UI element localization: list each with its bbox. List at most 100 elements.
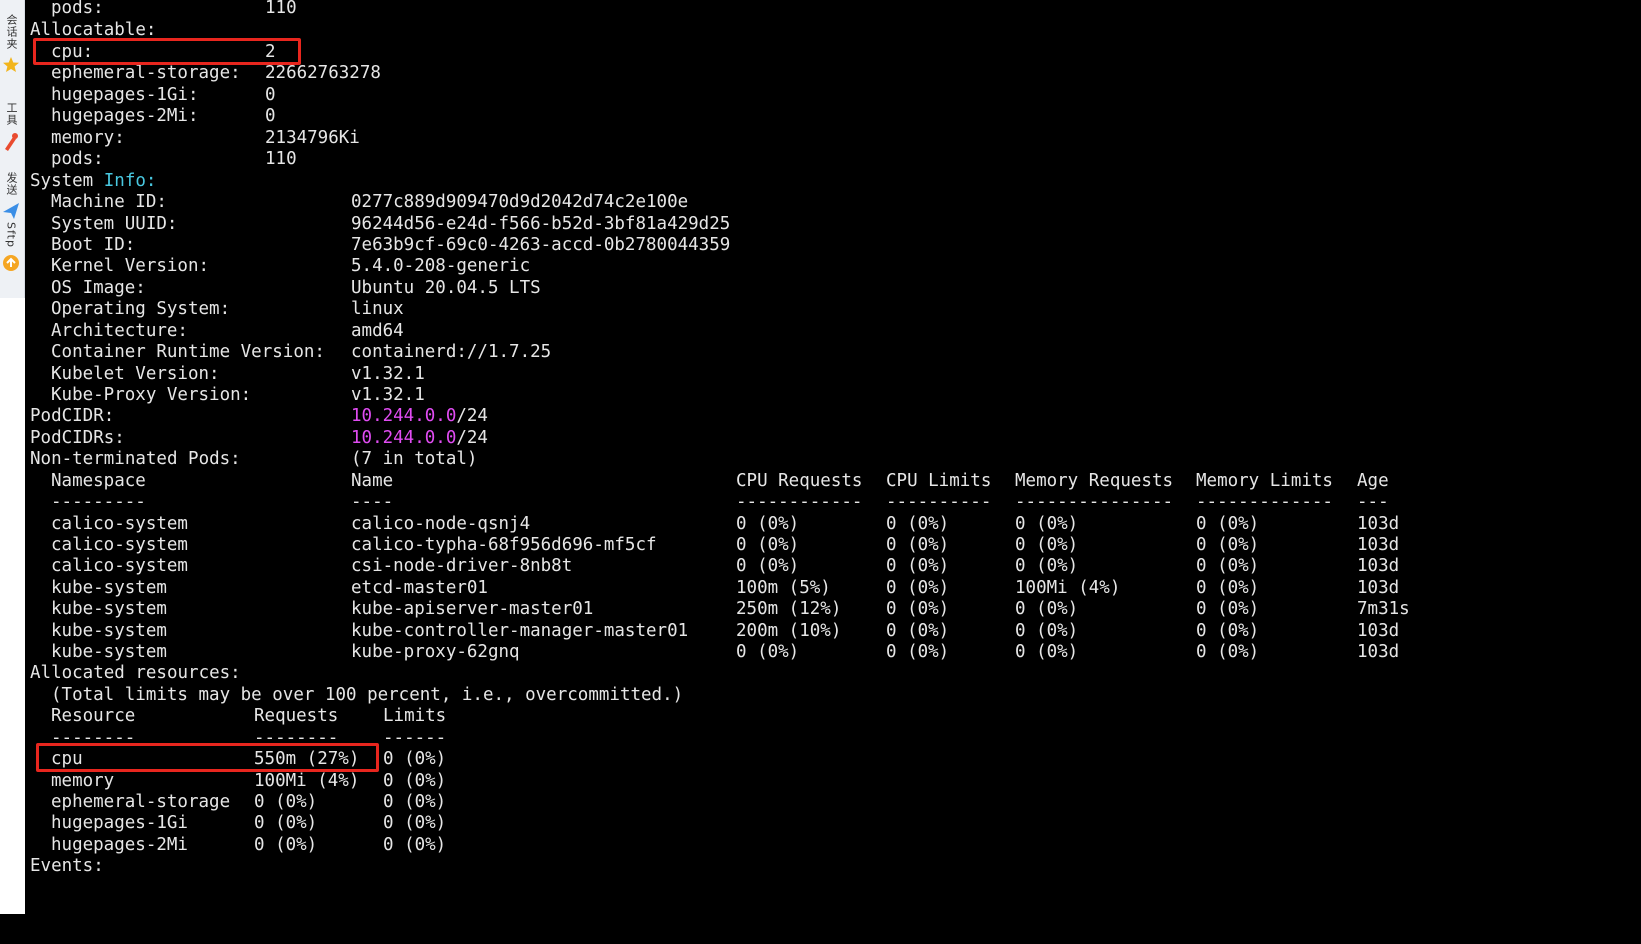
podcidrs-line: PodCIDRs: 10.244.0.0/24	[25, 427, 488, 449]
side-toolbar-panel: 会话夹 工具 发送 Sftp	[0, 0, 25, 298]
system-info-header-text: System Info:	[30, 170, 156, 192]
pod-memory-requests: 0 (0%)	[1015, 556, 1079, 576]
resource-name: ephemeral-storage	[51, 792, 231, 812]
kernel-version-line: Kernel Version: 5.4.0-208-generic	[25, 255, 530, 277]
pod-memory-limits: 0 (0%)	[1196, 599, 1260, 619]
system-info-header: System Info:	[25, 170, 156, 192]
pods-divider-memory-limits: -------------	[1196, 492, 1333, 512]
pod-memory-requests: 0 (0%)	[1015, 642, 1079, 662]
pod-memory-limits: 0 (0%)	[1196, 621, 1260, 641]
resource-limits: 0 (0%)	[383, 792, 447, 812]
resource-limits: 0 (0%)	[383, 749, 447, 769]
cpu-allocatable-highlight-box	[33, 38, 301, 65]
boot-id-value: 7e63b9cf-69c0-4263-accd-0b2780044359	[351, 235, 731, 255]
allocatable-hugepages2mi-key: hugepages-2Mi:	[51, 106, 199, 126]
kube-proxy-version-line: Kube-Proxy Version: v1.32.1	[25, 384, 425, 406]
allocated-resources-header: Allocated resources:	[25, 662, 241, 684]
table-row: ephemeral-storage 0 (0%) 0 (0%)	[25, 791, 446, 813]
pod-age: 103d	[1357, 556, 1400, 576]
nonterminated-pods-value: (7 in total)	[351, 449, 478, 469]
architecture-line: Architecture: amd64	[25, 320, 404, 342]
events-header-text: Events:	[30, 856, 104, 876]
container-runtime-key: Container Runtime Version:	[51, 342, 325, 362]
sidebar-tab-sftp[interactable]: Sftp	[0, 222, 22, 272]
pod-memory-requests: 0 (0%)	[1015, 535, 1079, 555]
pod-cpu-requests: 250m (12%)	[736, 599, 842, 619]
resource-requests: 0 (0%)	[254, 835, 318, 855]
allocated-resources-note: (Total limits may be over 100 percent, i…	[25, 684, 683, 706]
pod-age: 103d	[1357, 514, 1400, 534]
pod-namespace: kube-system	[51, 599, 167, 619]
pod-namespace: kube-system	[51, 642, 167, 662]
events-header: Events:	[25, 855, 104, 877]
pod-namespace: calico-system	[51, 535, 188, 555]
system-uuid-value: 96244d56-e24d-f566-b52d-3bf81a429d25	[351, 214, 731, 234]
podcidr-key: PodCIDR:	[30, 406, 115, 426]
sidebar-tab-sessions-label: 会话夹	[5, 14, 18, 50]
allocatable-ephemeral-value: 22662763278	[265, 63, 381, 83]
pod-cpu-requests: 0 (0%)	[736, 642, 800, 662]
pod-cpu-requests: 200m (10%)	[736, 621, 842, 641]
kubelet-version-line: Kubelet Version: v1.32.1	[25, 363, 425, 385]
pod-age: 103d	[1357, 621, 1400, 641]
sftp-icon	[3, 254, 19, 271]
pod-cpu-limits: 0 (0%)	[886, 642, 950, 662]
architecture-key: Architecture:	[51, 321, 188, 341]
system-uuid-line: System UUID: 96244d56-e24d-f566-b52d-3bf…	[25, 213, 730, 235]
sidebar-tab-sessions[interactable]: 会话夹	[0, 14, 22, 74]
pods-divider-namespace: ---------	[51, 492, 146, 512]
cpu-allocated-highlight-box	[36, 743, 379, 772]
table-row: hugepages-2Mi 0 (0%) 0 (0%)	[25, 834, 446, 856]
resource-name: hugepages-2Mi	[51, 835, 188, 855]
capacity-pods-line: pods: 110	[25, 0, 297, 19]
pods-divider-name: ----	[351, 492, 394, 512]
resources-col-resource: Resource	[51, 706, 136, 726]
pod-cpu-requests: 0 (0%)	[736, 535, 800, 555]
allocatable-memory-value: 2134796Ki	[265, 128, 360, 148]
resource-requests: 100Mi (4%)	[254, 771, 360, 791]
system-info-header-part1: System	[30, 171, 104, 191]
terminal-output[interactable]: pods: 110 Allocatable: cpu: 2 ephemeral-…	[25, 0, 1641, 914]
podcidr-ip: 10.244.0.0	[351, 406, 457, 426]
resource-requests: 0 (0%)	[254, 792, 318, 812]
sidebar-tab-tools[interactable]: 工具	[0, 102, 22, 152]
sidebar-tab-sftp-label: Sftp	[4, 222, 18, 248]
pod-cpu-requests: 0 (0%)	[736, 556, 800, 576]
container-runtime-line: Container Runtime Version: containerd://…	[25, 341, 551, 363]
pods-col-cpu-limits: CPU Limits	[886, 471, 992, 491]
machine-id-key: Machine ID:	[51, 192, 167, 212]
nonterminated-pods-key: Non-terminated Pods:	[30, 449, 241, 469]
pods-col-cpu-requests: CPU Requests	[736, 471, 863, 491]
podcidr-suffix: /24	[456, 406, 488, 426]
sidebar-tab-send-label: 发送	[5, 172, 18, 196]
os-image-line: OS Image: Ubuntu 20.04.5 LTS	[25, 277, 541, 299]
pod-cpu-limits: 0 (0%)	[886, 621, 950, 641]
pods-divider-memory-requests: ---------------	[1015, 492, 1174, 512]
podcidrs-value: 10.244.0.0/24	[351, 427, 488, 449]
pod-memory-requests: 0 (0%)	[1015, 621, 1079, 641]
table-row: kube-system kube-controller-manager-mast…	[25, 620, 1399, 642]
pod-age: 103d	[1357, 535, 1400, 555]
sidebar-tab-send[interactable]: 发送	[0, 172, 22, 220]
allocatable-memory-key: memory:	[51, 128, 125, 148]
kernel-version-value: 5.4.0-208-generic	[351, 256, 531, 276]
pod-cpu-limits: 0 (0%)	[886, 535, 950, 555]
star-icon	[3, 57, 19, 72]
pod-namespace: calico-system	[51, 514, 188, 534]
pod-memory-limits: 0 (0%)	[1196, 514, 1260, 534]
capacity-pods-key: pods:	[51, 0, 104, 18]
pods-col-namespace: Namespace	[51, 471, 146, 491]
pods-divider-cpu-limits: ----------	[886, 492, 992, 512]
os-image-key: OS Image:	[51, 278, 146, 298]
kube-proxy-version-value: v1.32.1	[351, 385, 425, 405]
pods-divider-cpu-requests: ------------	[736, 492, 863, 512]
pod-namespace: kube-system	[51, 621, 167, 641]
table-row: kube-system kube-apiserver-master01 250m…	[25, 598, 1410, 620]
pods-table-header: Namespace Name CPU Requests CPU Limits M…	[25, 470, 1389, 492]
resource-requests: 0 (0%)	[254, 813, 318, 833]
pod-name: calico-typha-68f956d696-mf5cf	[351, 535, 657, 555]
allocatable-hugepages1gi-value: 0	[265, 85, 276, 105]
boot-id-line: Boot ID: 7e63b9cf-69c0-4263-accd-0b27800…	[25, 234, 730, 256]
pod-name: csi-node-driver-8nb8t	[351, 556, 573, 576]
resources-divider-limits: ------	[383, 728, 447, 748]
